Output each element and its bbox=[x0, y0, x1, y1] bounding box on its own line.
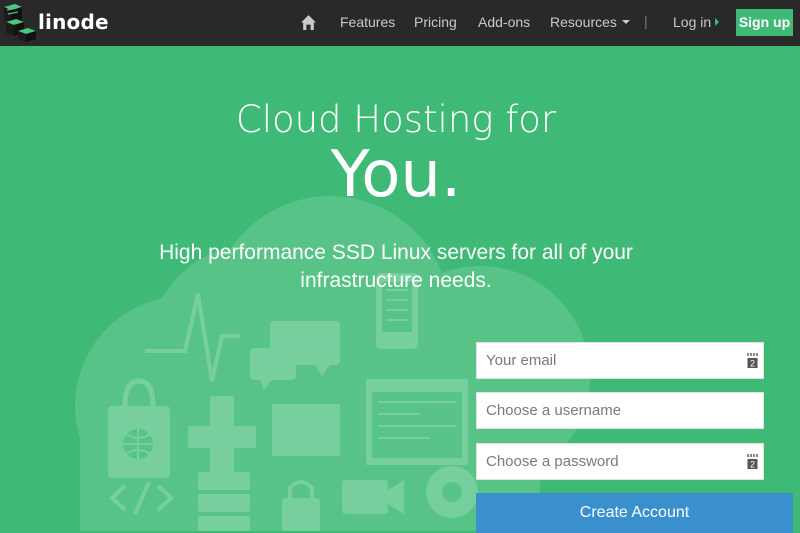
brand-name[interactable]: linode bbox=[38, 10, 109, 34]
password-field[interactable]: 2 bbox=[476, 443, 764, 480]
nav-link-resources[interactable]: Resources bbox=[550, 14, 630, 30]
home-icon[interactable] bbox=[300, 14, 317, 31]
hero-headline-emphasis: You. bbox=[330, 138, 462, 212]
nav-link-addons[interactable]: Add-ons bbox=[478, 14, 530, 30]
username-field[interactable] bbox=[476, 392, 764, 429]
login-link[interactable]: Log in bbox=[673, 14, 720, 30]
password-manager-icon[interactable]: 2 bbox=[747, 454, 758, 470]
nav-separator: | bbox=[644, 13, 648, 29]
svg-text:2: 2 bbox=[750, 359, 755, 369]
email-input[interactable] bbox=[477, 343, 763, 378]
chevron-down-icon bbox=[621, 20, 630, 24]
signup-button[interactable]: Sign up bbox=[736, 9, 793, 36]
password-manager-icon[interactable]: 2 bbox=[747, 353, 758, 369]
nav-link-pricing[interactable]: Pricing bbox=[414, 14, 457, 30]
top-navbar: linode Features Pricing Add-ons Resource… bbox=[0, 0, 800, 46]
email-field[interactable]: 2 bbox=[476, 342, 764, 379]
svg-text:2: 2 bbox=[750, 460, 755, 470]
linode-logo-icon[interactable] bbox=[2, 4, 38, 42]
hero-headline: Cloud Hosting for bbox=[235, 98, 557, 141]
arrow-right-icon bbox=[715, 18, 720, 26]
password-input[interactable] bbox=[477, 444, 763, 479]
nav-link-features[interactable]: Features bbox=[340, 14, 395, 30]
create-account-button[interactable]: Create Account bbox=[476, 493, 793, 533]
resources-label: Resources bbox=[550, 14, 617, 30]
hero-subtitle: High performance SSD Linux servers for a… bbox=[159, 241, 633, 292]
login-label: Log in bbox=[673, 14, 712, 30]
username-input[interactable] bbox=[477, 393, 763, 428]
